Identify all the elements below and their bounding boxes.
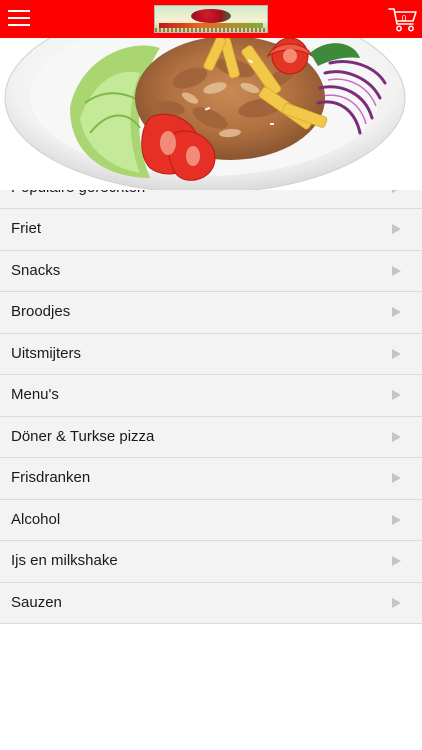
doner-plate-image <box>4 38 406 190</box>
category-label: Broodjes <box>11 303 71 320</box>
triangle-right-icon <box>392 597 401 608</box>
category-item-uitsmijters[interactable]: Uitsmijters <box>0 333 422 375</box>
top-bar: 0 <box>0 0 422 38</box>
shopping-cart-button[interactable]: 0 <box>388 5 418 33</box>
category-item-ijs-en-milkshake[interactable]: Ijs en milkshake <box>0 541 422 583</box>
cart-count-badge: 0 <box>401 14 407 23</box>
category-item-menus[interactable]: Menu's <box>0 375 422 417</box>
category-menu: Populaire gerechten Friet Snacks Broodje… <box>0 166 422 624</box>
triangle-right-icon <box>392 348 401 359</box>
category-label: Ijs en milkshake <box>11 552 118 569</box>
menu-bar <box>8 17 30 19</box>
restaurant-logo[interactable] <box>154 5 268 33</box>
triangle-right-icon <box>392 390 401 400</box>
menu-bar <box>8 24 30 26</box>
category-item-alcohol[interactable]: Alcohol <box>0 499 422 541</box>
category-item-doner-turkse-pizza[interactable]: Döner & Turkse pizza <box>0 416 422 458</box>
triangle-right-icon <box>392 431 401 442</box>
category-label: Snacks <box>11 261 61 279</box>
category-item-snacks[interactable]: Snacks <box>0 250 422 292</box>
hamburger-menu-icon[interactable] <box>8 9 30 27</box>
menu-bar <box>8 10 30 12</box>
category-label: Frisdranken <box>11 469 91 486</box>
category-item-sauzen[interactable]: Sauzen <box>0 582 422 624</box>
logo-lettering <box>155 28 267 32</box>
category-label: Friet <box>11 220 41 237</box>
category-label: Uitsmijters <box>11 344 81 362</box>
category-label: Döner & Turkse pizza <box>11 427 155 445</box>
hero-banner <box>0 38 422 190</box>
triangle-right-icon <box>392 265 401 276</box>
triangle-right-icon <box>392 224 401 234</box>
category-item-broodjes[interactable]: Broodjes <box>0 292 422 334</box>
triangle-right-icon <box>392 556 401 566</box>
logo-emblem <box>191 9 231 23</box>
triangle-right-icon <box>392 473 401 483</box>
category-label: Sauzen <box>11 593 62 611</box>
category-item-frisdranken[interactable]: Frisdranken <box>0 458 422 500</box>
triangle-right-icon <box>392 307 401 317</box>
category-item-friet[interactable]: Friet <box>0 209 422 251</box>
category-label: Alcohol <box>11 510 61 528</box>
category-label: Menu's <box>11 386 59 403</box>
triangle-right-icon <box>392 514 401 525</box>
